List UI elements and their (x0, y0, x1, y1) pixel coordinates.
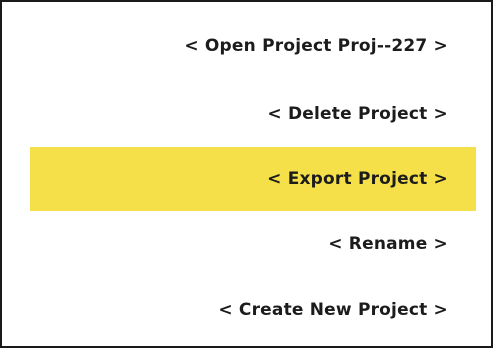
project-menu: < Open Project Proj--227 > < Delete Proj… (0, 0, 493, 348)
menu-item-create-new-project[interactable]: < Create New Project > (30, 278, 476, 342)
menu-item-export-project[interactable]: < Export Project > (30, 147, 476, 211)
menu-item-rename[interactable]: < Rename > (30, 212, 476, 276)
menu-item-open-project[interactable]: < Open Project Proj--227 > (30, 14, 476, 78)
menu-item-delete-project[interactable]: < Delete Project > (30, 82, 476, 146)
